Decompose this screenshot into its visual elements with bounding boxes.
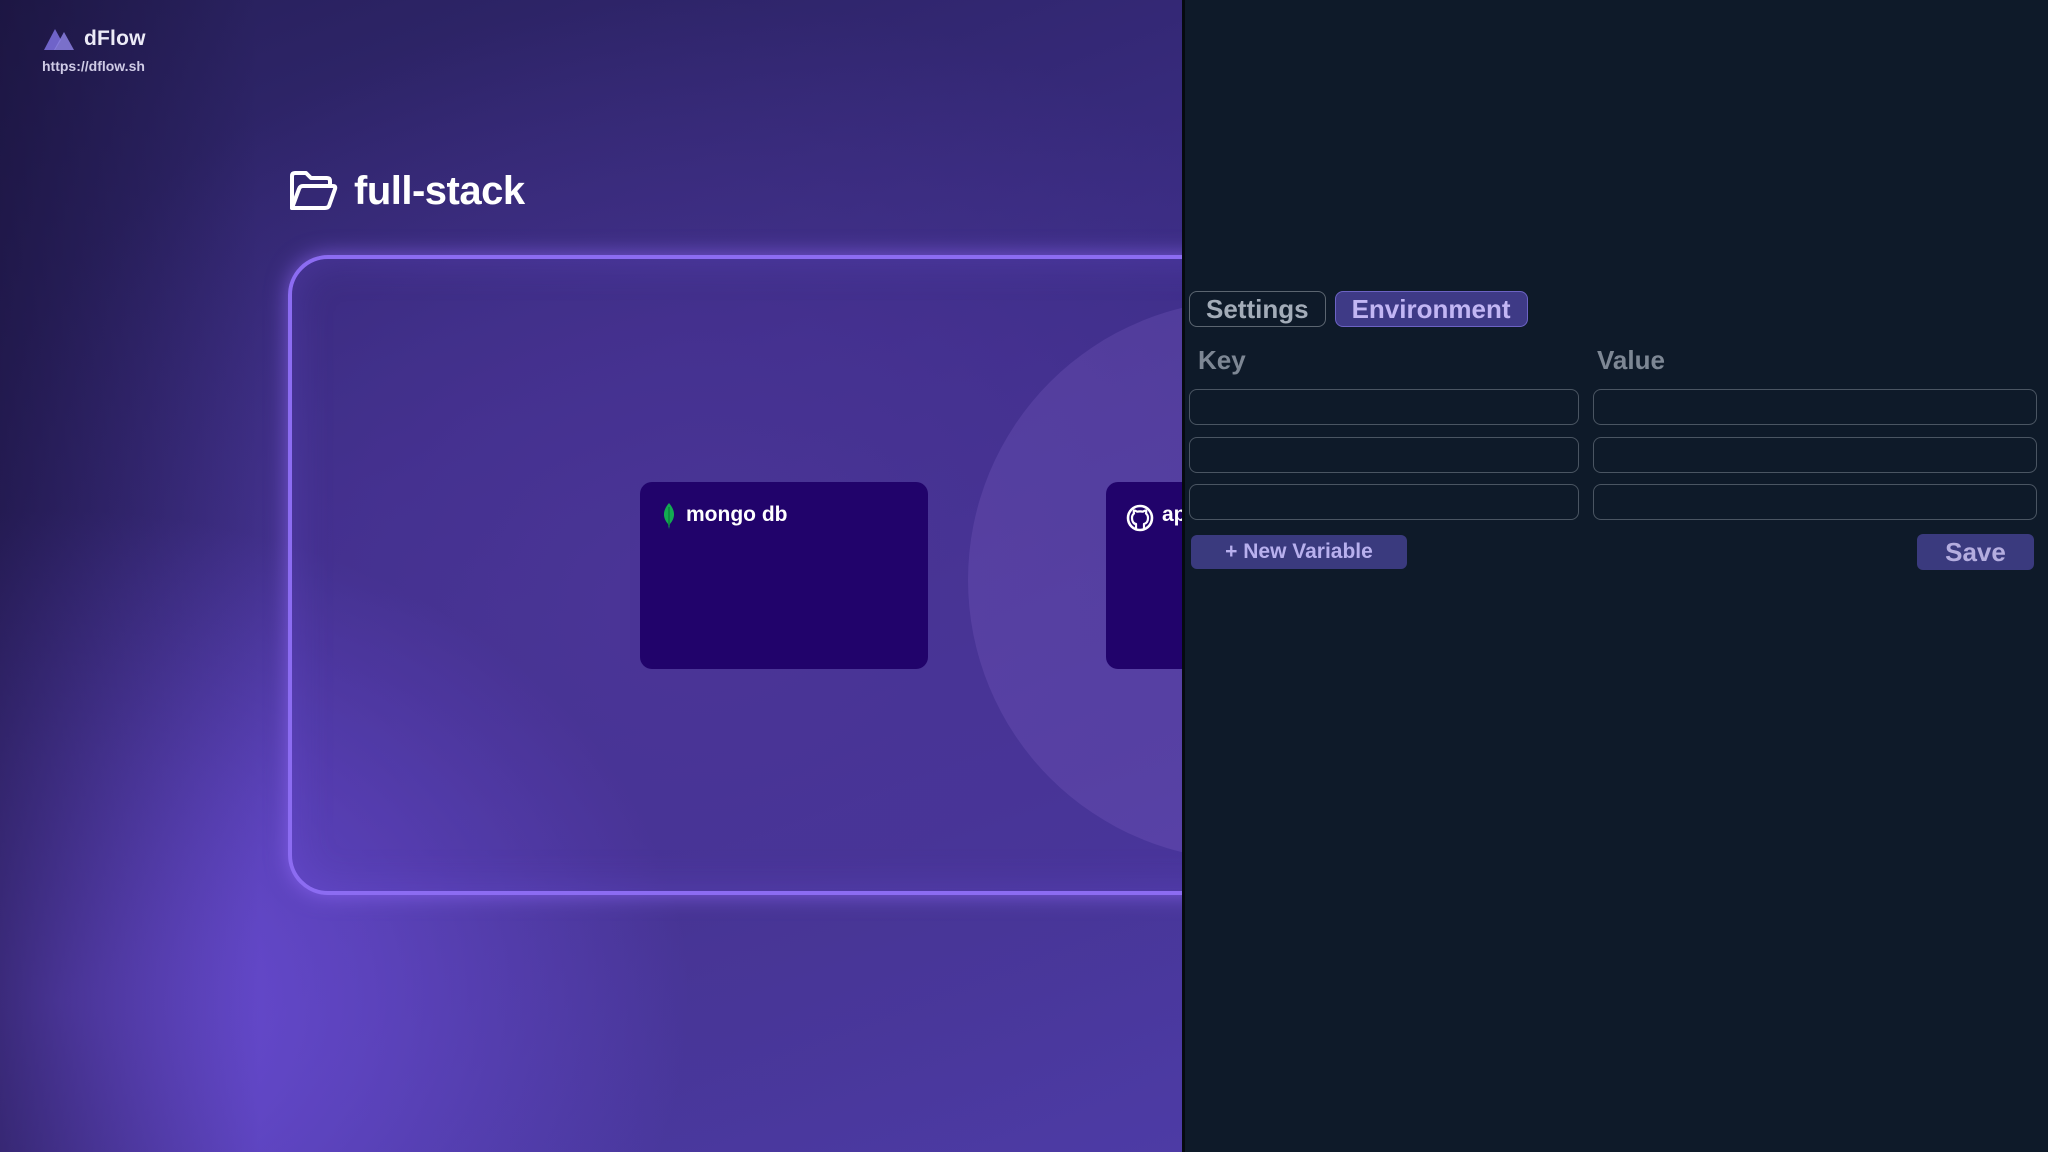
dflow-logo-icon <box>44 29 74 50</box>
column-header-value: Value <box>1597 345 1665 375</box>
env-value-input[interactable] <box>1593 484 2037 520</box>
env-key-input[interactable] <box>1189 389 1579 425</box>
service-card-mongodb[interactable]: mongo db <box>640 482 928 669</box>
tab-environment[interactable]: Environment <box>1334 291 1528 327</box>
tab-settings[interactable]: Settings <box>1189 291 1326 327</box>
project-canvas: dFlow https://dflow.sh full-stack mongo … <box>0 0 1184 1152</box>
mongodb-leaf-icon <box>663 503 675 529</box>
env-variable-row <box>1189 484 2037 520</box>
panel-tabs: Settings Environment <box>1189 291 1528 327</box>
service-card-api[interactable]: ap <box>1106 482 1184 669</box>
service-card-label: ap <box>1162 503 1184 526</box>
env-key-input[interactable] <box>1189 484 1579 520</box>
env-value-input[interactable] <box>1593 437 2037 473</box>
service-details-panel: Settings Environment Key Value + New Var… <box>1182 0 2048 1152</box>
folder-open-icon <box>290 171 338 210</box>
brand-name: dFlow <box>84 27 146 50</box>
column-header-key: Key <box>1198 345 1246 375</box>
project-title: full-stack <box>288 168 525 214</box>
env-variable-row <box>1189 437 2037 473</box>
brand: dFlow https://dflow.sh <box>42 26 146 74</box>
save-button[interactable]: Save <box>1917 534 2034 570</box>
service-card-label: mongo db <box>686 503 788 526</box>
project-name: full-stack <box>354 168 525 213</box>
env-value-input[interactable] <box>1593 389 2037 425</box>
env-variable-row <box>1189 389 2037 425</box>
github-icon <box>1126 504 1154 532</box>
env-key-input[interactable] <box>1189 437 1579 473</box>
new-variable-button[interactable]: + New Variable <box>1191 535 1407 569</box>
brand-url: https://dflow.sh <box>42 58 145 74</box>
